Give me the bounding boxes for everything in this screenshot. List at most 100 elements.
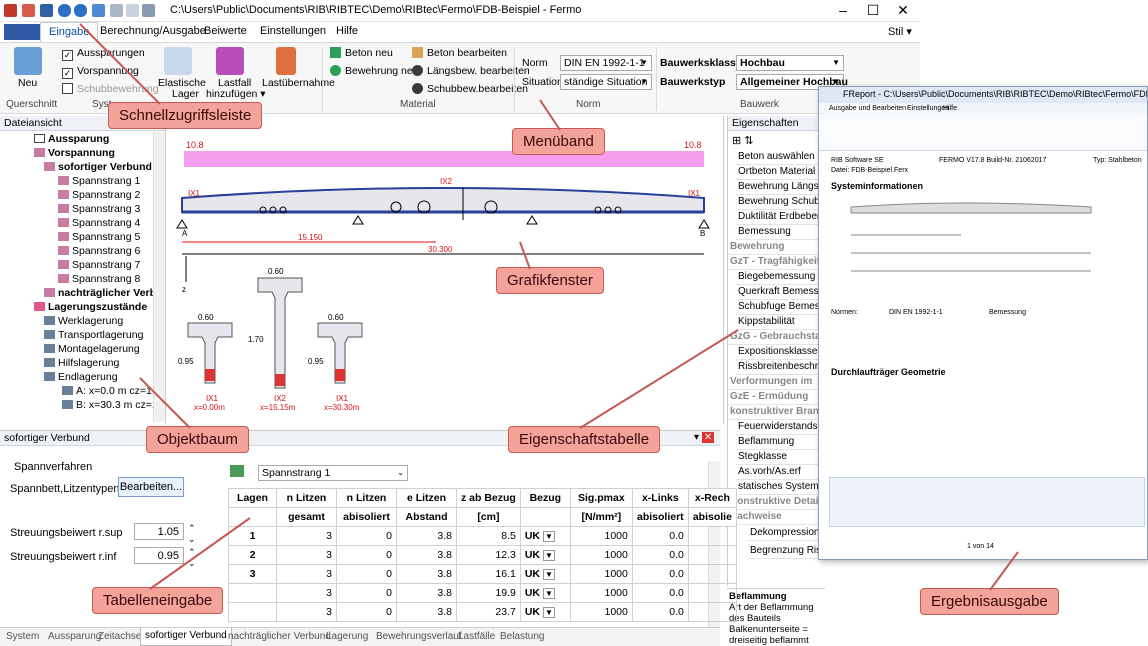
new-section-icon[interactable]: [14, 47, 42, 75]
tree-item[interactable]: sofortiger Verbund: [44, 161, 152, 173]
tab-nachtraeglicher-verbund[interactable]: nachträglicher Verbund: [228, 631, 331, 642]
bewehrung-neu-button[interactable]: Bewehrung neu: [330, 65, 419, 77]
tab-hilfe[interactable]: Hilfe: [336, 25, 358, 37]
cell[interactable]: 0.0: [631, 545, 689, 565]
tab-zeitachse[interactable]: Zeitachse: [98, 631, 141, 642]
sort-icon[interactable]: ⊞ ⇅: [732, 134, 754, 147]
cell[interactable]: 3: [276, 583, 337, 603]
tree-item[interactable]: Spannstrang 2: [58, 189, 140, 201]
new-file-icon[interactable]: [22, 4, 35, 17]
dropdown-icon[interactable]: ▼: [542, 550, 555, 561]
new-button[interactable]: Neu: [18, 77, 37, 89]
property-row[interactable]: Schubfuge Bemessun: [736, 300, 825, 315]
result-output-window[interactable]: FReport - C:\Users\Public\Documents\RIB\…: [818, 86, 1148, 560]
tab-beiwerte[interactable]: Beiwerte: [204, 25, 247, 37]
cell[interactable]: [687, 583, 737, 603]
property-row[interactable]: Kippstabilität: [736, 315, 825, 330]
bauwerksklasse-select[interactable]: Hochbau ▼: [736, 55, 844, 71]
tree-item[interactable]: Spannstrang 5: [58, 231, 140, 243]
vorspannung-checkbox[interactable]: ✓ Vorspannung: [62, 65, 139, 79]
property-row[interactable]: Feuerwiderstandsklasse: [736, 420, 825, 435]
cell[interactable]: 3: [276, 564, 337, 584]
undo-icon[interactable]: [58, 4, 71, 17]
cell[interactable]: UK ▼: [519, 545, 571, 565]
beton-bearbeiten-button[interactable]: Beton bearbeiten: [412, 47, 507, 59]
copy-icon[interactable]: [126, 4, 139, 17]
schubbew-button[interactable]: Schubbew.bearbeiten: [412, 83, 528, 95]
cell[interactable]: [228, 583, 277, 603]
redo-icon[interactable]: [74, 4, 87, 17]
property-group[interactable]: Bewehrung: [728, 240, 818, 255]
load-transfer-button[interactable]: Lastübernahme: [262, 77, 335, 89]
minimize-button[interactable]: –: [828, 2, 858, 18]
tree-item[interactable]: Spannstrang 3: [58, 203, 140, 215]
cell[interactable]: 1000: [569, 602, 633, 622]
cell[interactable]: 0: [336, 564, 397, 584]
cell[interactable]: 0.0: [631, 583, 689, 603]
situation-select[interactable]: ständige Situation ▼: [560, 74, 652, 90]
cell[interactable]: 3.8: [396, 602, 457, 622]
file-menu-button[interactable]: [4, 24, 40, 40]
cell[interactable]: UK ▼: [519, 602, 571, 622]
tab-belastung[interactable]: Belastung: [500, 631, 544, 642]
rsup-input[interactable]: 1.05: [134, 523, 184, 540]
cell[interactable]: 2: [228, 545, 277, 565]
property-row[interactable]: Beflammung: [736, 435, 825, 450]
table-row[interactable]: 3 0 3.8 19.9 UK ▼ 1000 0.0: [228, 583, 737, 603]
calc-icon[interactable]: [92, 4, 105, 17]
beton-neu-button[interactable]: Beton neu: [330, 47, 393, 59]
property-row[interactable]: Duktilität Erdbeben: [736, 210, 825, 225]
tree-item[interactable]: Spannstrang 7: [58, 259, 140, 271]
tree-item[interactable]: B: x=30.3 m cz=1.0: [62, 399, 165, 411]
cell[interactable]: 1000: [569, 545, 633, 565]
result-tab[interactable]: Hilfe: [943, 105, 957, 112]
schubbewehrung-checkbox[interactable]: Schubbewehrung: [62, 83, 159, 95]
tree-scrollbar[interactable]: [153, 132, 165, 422]
dropdown-icon[interactable]: ▼: [542, 531, 555, 542]
tab-sofortiger-verbund[interactable]: sofortiger Verbund: [140, 628, 232, 646]
dropdown-icon[interactable]: ▼: [542, 569, 555, 580]
cell[interactable]: 12.3: [456, 545, 521, 565]
cell[interactable]: 0.0: [631, 526, 689, 546]
tree-item[interactable]: nachträglicher Verbur: [44, 287, 165, 299]
property-row[interactable]: Stegklasse: [736, 450, 825, 465]
tree-item[interactable]: Aussparung: [34, 133, 109, 145]
tree-item[interactable]: Spannstrang 6: [58, 245, 140, 257]
tree-item[interactable]: Montagelagerung: [44, 343, 140, 355]
tab-bewehrungsverlauf[interactable]: Bewehrungsverlauf: [376, 631, 462, 642]
cell[interactable]: 3.8: [396, 583, 457, 603]
property-group[interactable]: Nachweise: [728, 510, 818, 525]
tab-aussparung[interactable]: Aussparung: [48, 631, 101, 642]
property-row[interactable]: statisches System: [736, 480, 825, 495]
cell[interactable]: 3.8: [396, 526, 457, 546]
property-group[interactable]: GzE - Ermüdung: [728, 390, 818, 405]
cell[interactable]: [687, 545, 737, 565]
tree-item[interactable]: Spannstrang 8: [58, 273, 140, 285]
laengsbew-button[interactable]: Längsbew. bearbeiten: [412, 65, 530, 77]
property-row[interactable]: As.vorh/As.erf: [736, 465, 825, 480]
cell[interactable]: UK ▼: [519, 564, 571, 584]
table-row[interactable]: 2 3 0 3.8 12.3 UK ▼ 1000 0.0: [228, 545, 737, 565]
property-group[interactable]: Konstruktive Detail: [728, 495, 818, 510]
property-row[interactable]: Dekompression: [748, 526, 825, 541]
tree-item[interactable]: A: x=0.0 m cz=1.0 r: [62, 385, 165, 397]
tree-item[interactable]: Vorspannung: [34, 147, 115, 159]
edit-button[interactable]: Bearbeiten...: [118, 477, 184, 497]
cell[interactable]: 19.9: [456, 583, 521, 603]
cell[interactable]: [228, 602, 277, 622]
property-row[interactable]: Begrenzung Rissbr: [748, 544, 825, 559]
cell[interactable]: [687, 602, 737, 622]
cell[interactable]: [687, 564, 737, 584]
cell[interactable]: 3: [276, 545, 337, 565]
table-row[interactable]: 3 3 0 3.8 16.1 UK ▼ 1000 0.0: [228, 564, 737, 584]
property-row[interactable]: Querkraft Bemessun: [736, 285, 825, 300]
cell[interactable]: 0: [336, 583, 397, 603]
property-row[interactable]: Rissbreitenbeschrän: [736, 360, 825, 375]
load-transfer-icon[interactable]: [276, 47, 296, 75]
tab-einstellungen[interactable]: Einstellungen: [260, 25, 326, 37]
cell[interactable]: 16.1: [456, 564, 521, 584]
style-menu[interactable]: Stil ▾: [888, 25, 912, 38]
bearing-label[interactable]: Lager: [172, 88, 199, 100]
tab-lastfaelle[interactable]: Lastfälle: [458, 631, 495, 642]
tree-item[interactable]: Lagerungszustände: [34, 301, 147, 313]
